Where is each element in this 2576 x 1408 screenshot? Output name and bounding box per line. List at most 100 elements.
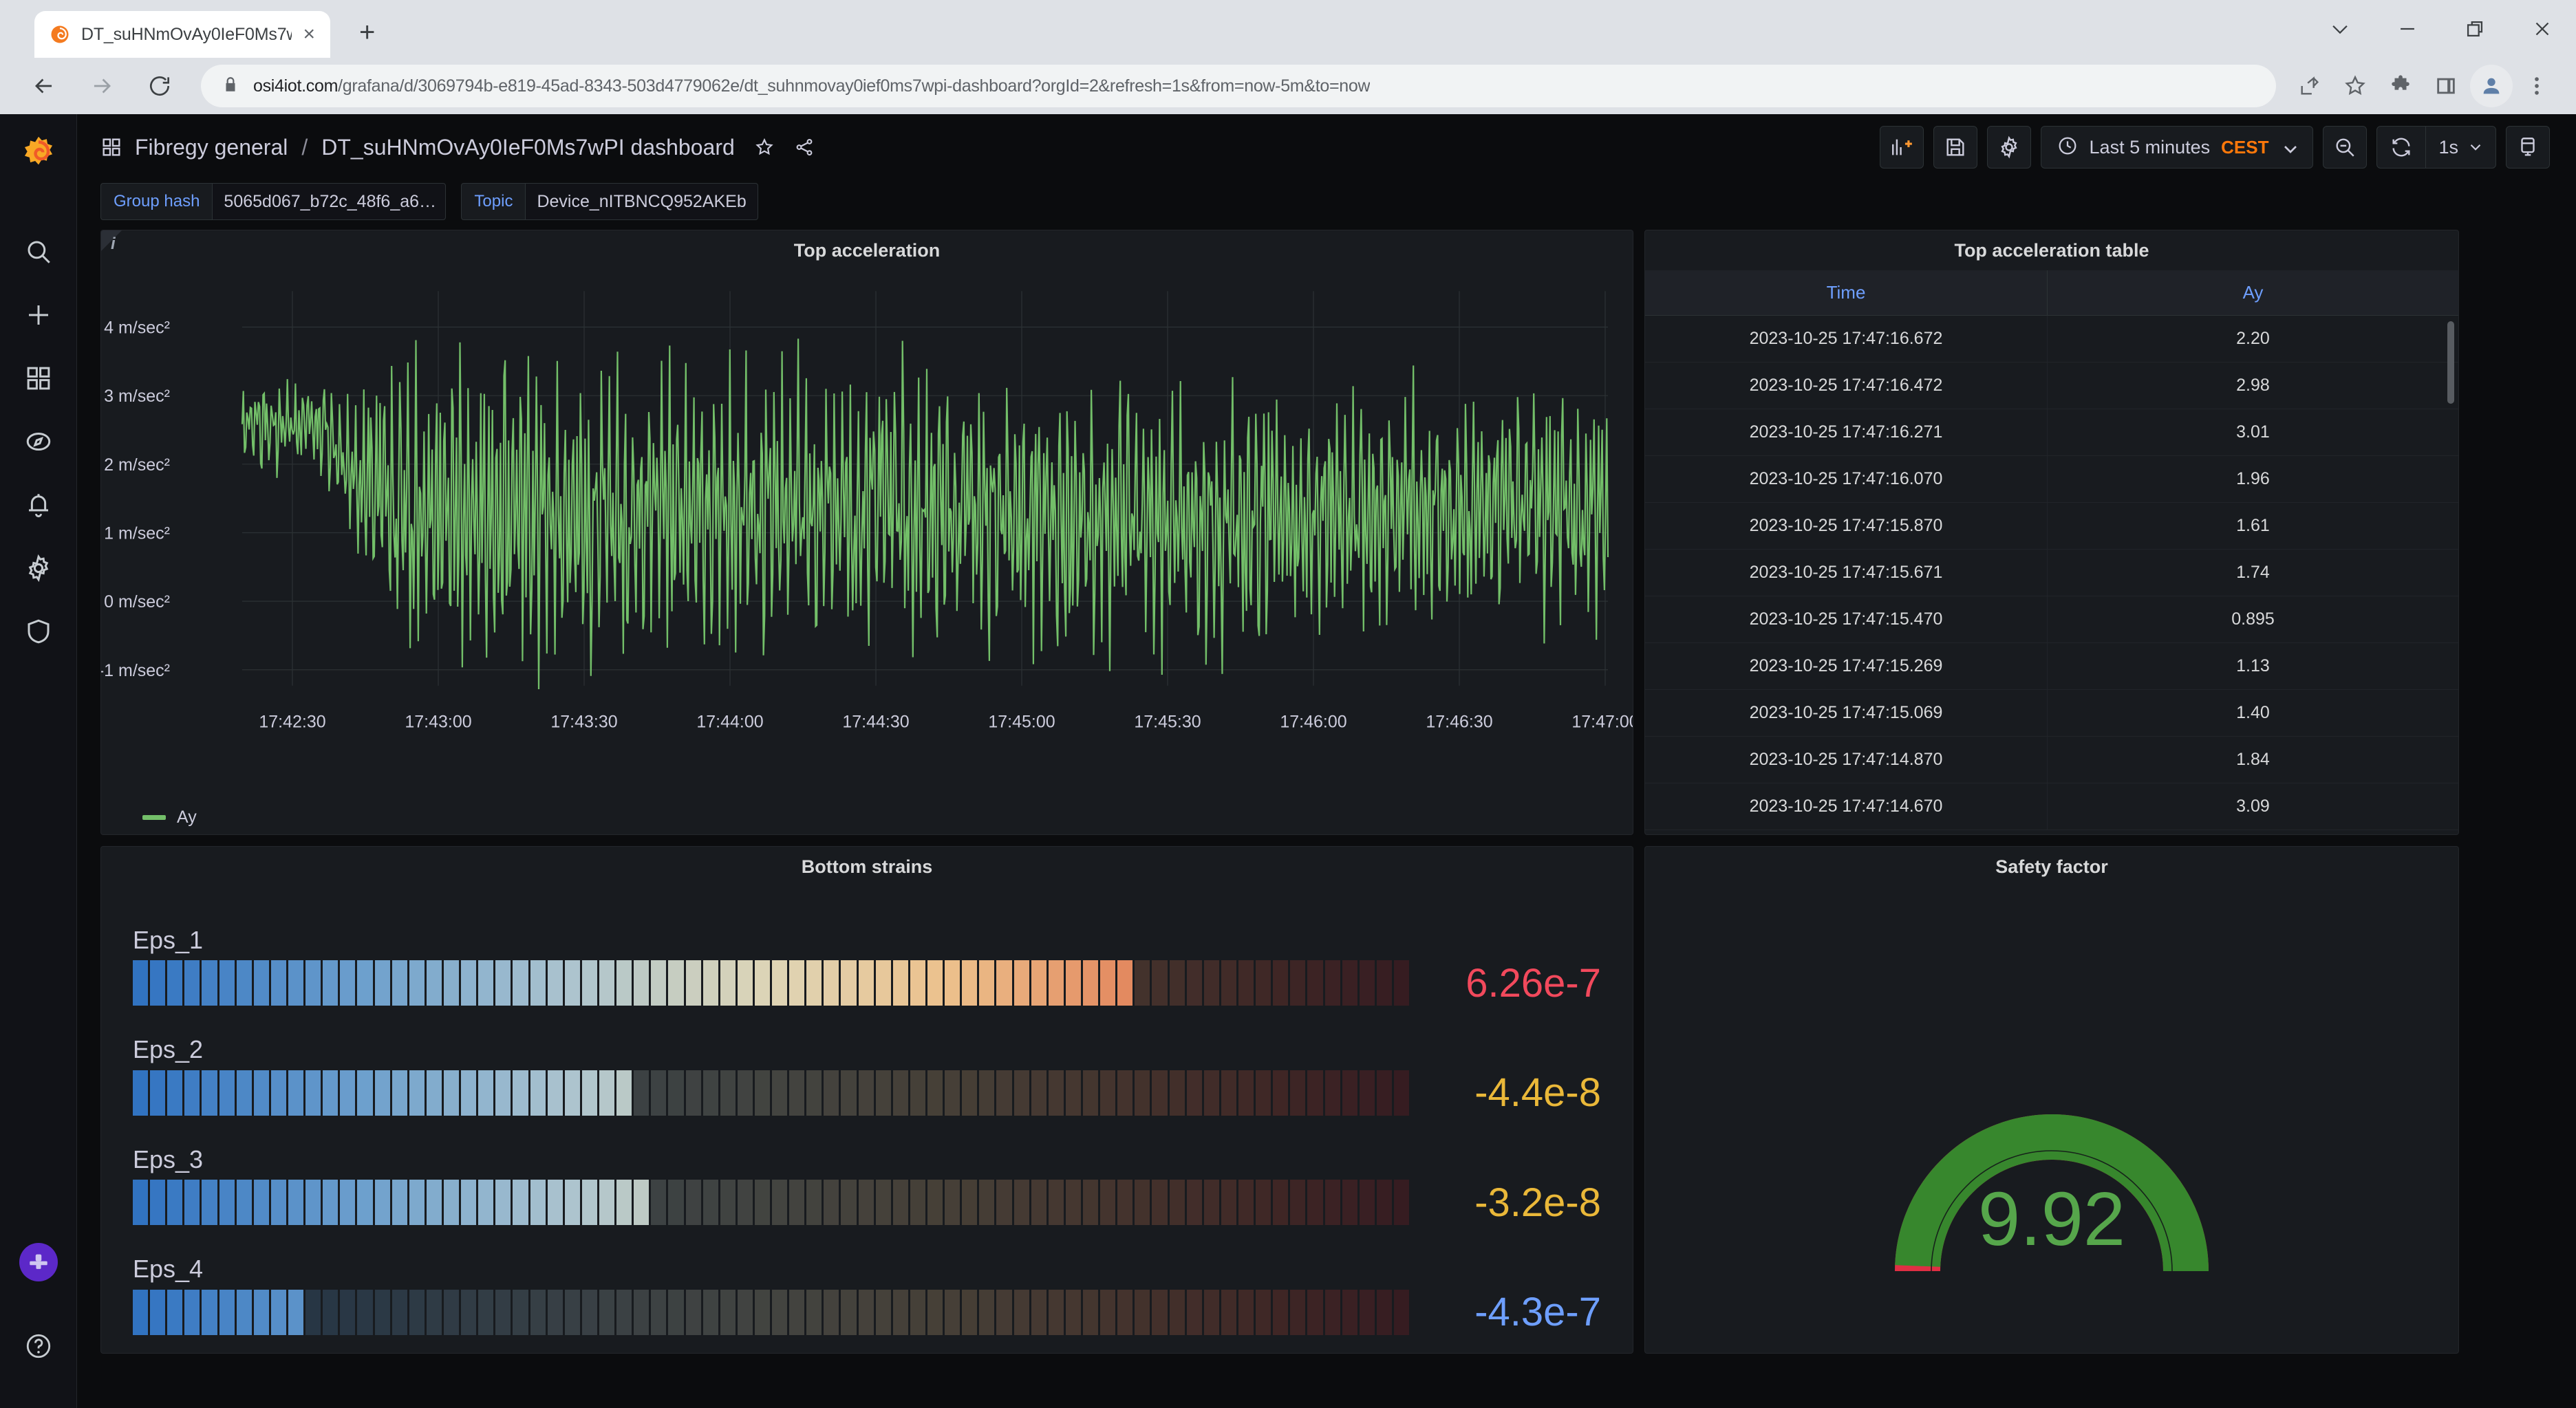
add-panel-icon[interactable] [1880, 126, 1924, 169]
gauge-body[interactable]: 9.92 [1645, 887, 2458, 1353]
dashboard-grid-icon [100, 136, 122, 158]
kebab-menu-icon[interactable] [2515, 65, 2558, 107]
cell-time: 2023-10-25 17:47:16.271 [1645, 409, 2048, 455]
bargauge-cell [738, 960, 753, 1006]
timeseries-plot[interactable]: 4 m/sec² 3 m/sec² 2 m/sec² 1 m/sec² 0 m/… [101, 270, 1633, 801]
table-row[interactable]: 2023-10-25 17:47:15.6711.74 [1645, 550, 2458, 596]
reload-icon[interactable] [133, 60, 186, 112]
column-header-ay[interactable]: Ay [2048, 270, 2458, 315]
breadcrumb-folder[interactable]: Fibregy general [135, 135, 288, 160]
bargauge-track[interactable] [133, 1290, 1411, 1335]
time-range-picker[interactable]: Last 5 minutes CEST [2041, 126, 2314, 169]
side-panel-icon[interactable] [2425, 65, 2467, 107]
table-row[interactable]: 2023-10-25 17:47:15.8701.61 [1645, 503, 2458, 550]
extensions-puzzle-icon[interactable] [2379, 65, 2422, 107]
close-icon[interactable]: × [303, 24, 315, 45]
user-avatar-icon[interactable] [19, 1243, 58, 1281]
table-row[interactable]: 2023-10-25 17:47:14.6703.09 [1645, 783, 2458, 830]
bargauge-cell [1238, 960, 1254, 1006]
bargauge-cell [1135, 1290, 1150, 1335]
sidebar-item-search[interactable] [0, 220, 77, 283]
new-tab-button[interactable]: + [359, 17, 375, 48]
close-icon[interactable] [2509, 0, 2576, 58]
address-bar[interactable]: osi4iot.com/grafana/d/3069794b-e819-45ad… [201, 65, 2276, 107]
help-question-icon[interactable] [0, 1314, 77, 1378]
browser-tab[interactable]: DT_suHNmOvAy0IeF0Ms7wPI da × [34, 11, 330, 58]
table-body[interactable]: 2023-10-25 17:47:16.6722.202023-10-25 17… [1645, 316, 2458, 834]
bookmark-star-icon[interactable] [2334, 65, 2376, 107]
bargauge-cell [1325, 1180, 1340, 1225]
bargauge-cell [979, 960, 994, 1006]
bargauge-cell [219, 1180, 235, 1225]
share-nodes-icon[interactable] [794, 137, 815, 158]
minimize-icon[interactable] [2374, 0, 2441, 58]
bargauge-cell [288, 1180, 303, 1225]
panel-header: Bottom strains [101, 847, 1633, 887]
bargauge-cell [1238, 1070, 1254, 1116]
table-row[interactable]: 2023-10-25 17:47:14.8701.84 [1645, 737, 2458, 783]
bargauge-cell [237, 960, 252, 1006]
bargauge-cell [703, 1070, 718, 1116]
bargauge-cell [720, 1070, 736, 1116]
back-icon[interactable] [18, 60, 70, 112]
bargauge-cell [962, 1290, 977, 1335]
refresh-picker[interactable]: 1s [2376, 126, 2496, 169]
variable-select[interactable]: 5065d067_b72c_48f6_a6… [212, 183, 446, 220]
bargauge-cell [686, 1290, 701, 1335]
panel-header: Safety factor [1645, 847, 2458, 887]
y-tick-4: 4 m/sec² [104, 318, 170, 338]
variable-select[interactable]: Device_nITBNCQ952AKEb [525, 183, 758, 220]
sidebar-item-configuration[interactable] [0, 537, 77, 600]
table-row[interactable]: 2023-10-25 17:47:16.0701.96 [1645, 456, 2458, 503]
bargauge-cell [1135, 1180, 1150, 1225]
zoom-out-icon[interactable] [2323, 126, 2367, 169]
tv-kiosk-icon[interactable] [2506, 126, 2550, 169]
table-row[interactable]: 2023-10-25 17:47:16.6722.20 [1645, 316, 2458, 362]
bargauge-cell [357, 960, 372, 1006]
bargauge-cell [755, 1290, 770, 1335]
bargauge-track[interactable] [133, 960, 1411, 1006]
table-row[interactable]: 2023-10-25 17:47:15.2691.13 [1645, 643, 2458, 690]
table-row[interactable]: 2023-10-25 17:47:16.4722.98 [1645, 362, 2458, 409]
save-disk-icon[interactable] [1933, 126, 1977, 169]
sidebar-item-server-admin[interactable] [0, 600, 77, 663]
sidebar-item-alerting[interactable] [0, 473, 77, 537]
refresh-icon[interactable] [2377, 136, 2425, 159]
grafana-logo[interactable] [0, 121, 77, 187]
sidebar-item-dashboards[interactable] [0, 347, 77, 410]
bargauge-cell [859, 1070, 874, 1116]
info-icon[interactable]: i [101, 230, 133, 262]
bargauge-cell [375, 1180, 390, 1225]
chevron-down-icon[interactable] [2306, 0, 2374, 58]
bargauge-cell [340, 1290, 355, 1335]
share-icon[interactable] [2288, 65, 2331, 107]
bargauge-cell [530, 1070, 546, 1116]
legend-label[interactable]: Ay [177, 808, 197, 827]
bargauge-cell [1152, 1070, 1167, 1116]
gear-icon[interactable] [1987, 126, 2031, 169]
star-icon[interactable] [754, 137, 775, 158]
forward-icon[interactable] [76, 60, 128, 112]
bargauge-cell [219, 1290, 235, 1335]
bargauge-cell [271, 960, 286, 1006]
column-header-time[interactable]: Time [1645, 270, 2048, 315]
table-row[interactable]: 2023-10-25 17:47:15.0691.40 [1645, 690, 2458, 737]
bargauge-cell [686, 1070, 701, 1116]
profile-avatar-icon[interactable] [2470, 65, 2513, 107]
sidebar-item-create[interactable] [0, 283, 77, 347]
refresh-interval[interactable]: 1s [2426, 137, 2496, 158]
bargauge-cell [738, 1180, 753, 1225]
bargauge-cell [755, 960, 770, 1006]
bargauge-cell [1049, 1290, 1064, 1335]
sidebar-item-explore[interactable] [0, 410, 77, 473]
bargauge-track[interactable] [133, 1180, 1411, 1225]
bargauge-track[interactable] [133, 1070, 1411, 1116]
table-row[interactable]: 2023-10-25 17:47:16.2713.01 [1645, 409, 2458, 456]
template-variables: Group hash 5065d067_b72c_48f6_a6… Topic … [77, 180, 2576, 223]
bargauge-cell [910, 1290, 925, 1335]
table-row[interactable]: 2023-10-25 17:47:15.4700.895 [1645, 596, 2458, 643]
restore-icon[interactable] [2441, 0, 2509, 58]
table-scrollbar[interactable] [2447, 321, 2454, 404]
bargauge-label: Eps_4 [133, 1255, 1601, 1284]
bargauge-cell [1307, 1180, 1322, 1225]
